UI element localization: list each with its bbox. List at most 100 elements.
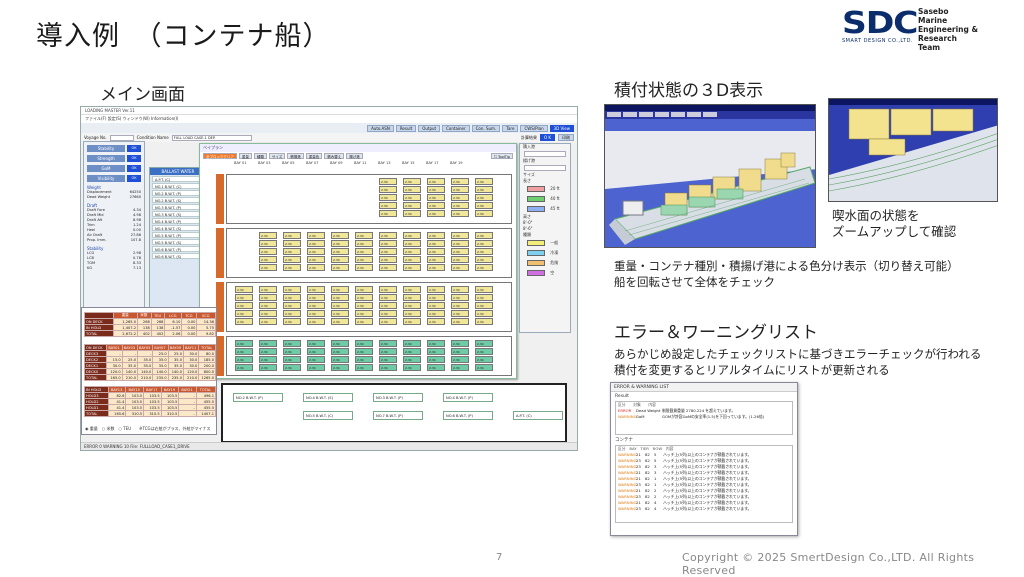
container-slot[interactable]: 2.34 [427,248,445,255]
container-slot[interactable]: 2.34 [403,294,421,301]
container-slot[interactable]: 2.34 [379,240,397,247]
container-slot[interactable]: 2.34 [451,210,469,217]
ballast-tank-item[interactable]: NO.3 B.W.T. (S) [152,211,204,217]
container-slot[interactable]: 2.34 [283,286,301,293]
container-slot[interactable]: 2.34 [403,194,421,201]
container-slot[interactable]: 2.34 [403,340,421,347]
container-slot[interactable]: 2.34 [235,294,253,301]
tank-item[interactable]: NO.6 B.W.T. (P) [443,411,493,420]
container-slot[interactable]: 2.34 [451,364,469,371]
container-slot[interactable]: 2.34 [451,356,469,363]
unit-radio[interactable]: ◉ 重量 ○ 米数 ○ TEU ※TCGは右舷がプラス、外舷がマイナス [85,426,210,432]
container-slot[interactable]: 2.34 [355,286,373,293]
container-slot[interactable]: 2.34 [427,202,445,209]
container-slot[interactable]: 2.34 [331,310,349,317]
ballast-tank-item[interactable]: A.P.T. (C) [152,176,204,182]
container-slot[interactable]: 2.34 [379,248,397,255]
container-slot[interactable]: 2.34 [475,232,493,239]
container-slot[interactable]: 2.34 [331,302,349,309]
container-slot[interactable]: 2.34 [451,202,469,209]
container-slot[interactable]: 2.34 [259,294,277,301]
bayplan-tab[interactable]: 揚げ港 [346,153,363,159]
container-slot[interactable]: 2.34 [259,348,277,355]
container-slot[interactable]: 2.34 [475,310,493,317]
container-slot[interactable]: 2.34 [355,356,373,363]
container-slot[interactable]: 2.34 [283,240,301,247]
container-slot[interactable]: 2.34 [259,356,277,363]
container-slot[interactable]: 2.34 [307,318,325,325]
container-slot[interactable]: 2.34 [403,364,421,371]
container-slot[interactable]: 2.34 [283,364,301,371]
tank-item[interactable]: A.P.T. (C) [513,411,563,420]
container-slot[interactable]: 2.34 [451,240,469,247]
legend-dropdown[interactable] [524,151,566,157]
container-slot[interactable]: 2.34 [283,294,301,301]
container-slot[interactable]: 2.34 [451,348,469,355]
container-slot[interactable]: 2.34 [283,248,301,255]
legend-dropdown[interactable] [524,165,566,171]
container-slot[interactable]: 2.34 [259,318,277,325]
toolbar-button[interactable]: Container [442,124,470,132]
container-slot[interactable]: 2.34 [307,264,325,271]
container-slot[interactable]: 2.34 [475,194,493,201]
container-slot[interactable]: 2.34 [427,240,445,247]
container-slot[interactable]: 2.34 [331,294,349,301]
ballast-tank-item[interactable]: NO.6 B.W.T. (P) [152,246,204,252]
ballast-tank-item[interactable]: NO.2 B.W.T. (S) [152,197,204,203]
container-slot[interactable]: 2.34 [379,302,397,309]
container-slot[interactable]: 2.34 [259,232,277,239]
container-slot[interactable]: 2.34 [259,248,277,255]
container-slot[interactable]: 2.34 [451,256,469,263]
bayplan-tab[interactable]: 積揚港 [287,153,304,159]
container-slot[interactable]: 2.34 [427,340,445,347]
container-slot[interactable]: 2.34 [307,248,325,255]
container-slot[interactable]: 2.34 [355,256,373,263]
container-slot[interactable]: 2.34 [451,264,469,271]
container-slot[interactable]: 2.34 [331,248,349,255]
container-slot[interactable]: 2.34 [259,364,277,371]
container-slot[interactable]: 2.34 [355,232,373,239]
container-slot[interactable]: 2.34 [331,356,349,363]
toolbar-button[interactable]: Con. Sum. [471,124,501,132]
container-slot[interactable]: 2.34 [331,318,349,325]
container-slot[interactable]: 2.34 [379,194,397,201]
container-slot[interactable]: 2.34 [475,340,493,347]
container-slot[interactable]: 2.34 [235,364,253,371]
container-slot[interactable]: 2.34 [331,286,349,293]
container-slot[interactable]: 2.34 [475,256,493,263]
container-slot[interactable]: 2.34 [331,232,349,239]
container-slot[interactable]: 2.34 [355,364,373,371]
ballast-tank-item[interactable]: NO.4 B.W.T. (P) [152,218,204,224]
container-slot[interactable]: 2.34 [451,294,469,301]
tank-item[interactable]: NO.5 B.W.T. (C) [303,411,353,420]
container-slot[interactable]: 2.34 [307,310,325,317]
3d-view-zoom[interactable] [828,98,998,202]
container-slot[interactable]: 2.34 [355,340,373,347]
container-slot[interactable]: 2.34 [403,232,421,239]
container-slot[interactable]: 2.34 [379,348,397,355]
container-slot[interactable]: 2.34 [451,178,469,185]
container-slot[interactable]: 2.34 [283,302,301,309]
toolbar-button[interactable]: Result [395,124,417,132]
container-slot[interactable]: 2.34 [403,264,421,271]
container-slot[interactable]: 2.34 [379,202,397,209]
ballast-tank-item[interactable]: NO.5 B.W.T. (S) [152,239,204,245]
menu-bar[interactable]: ファイル(F) 設定(S) ウィンドウ(W) Information(I) [81,115,577,123]
container-slot[interactable]: 2.34 [307,356,325,363]
container-slot[interactable]: 2.34 [259,240,277,247]
container-slot[interactable]: 2.34 [259,256,277,263]
container-slot[interactable]: 2.34 [283,348,301,355]
container-slot[interactable]: 2.34 [307,286,325,293]
tank-item[interactable]: NO.4 B.W.T. (S) [303,393,353,402]
container-slot[interactable]: 2.34 [427,294,445,301]
container-slot[interactable]: 2.34 [475,264,493,271]
container-slot[interactable]: 2.34 [475,248,493,255]
container-slot[interactable]: 2.34 [307,256,325,263]
container-slot[interactable]: 2.34 [331,264,349,271]
3d-view-full[interactable] [604,104,816,248]
container-slot[interactable]: 2.34 [379,210,397,217]
container-slot[interactable]: 2.34 [259,264,277,271]
container-slot[interactable]: 2.34 [379,232,397,239]
container-slot[interactable]: 2.34 [355,248,373,255]
toolbar-button[interactable]: Auto.ASN [367,124,394,132]
